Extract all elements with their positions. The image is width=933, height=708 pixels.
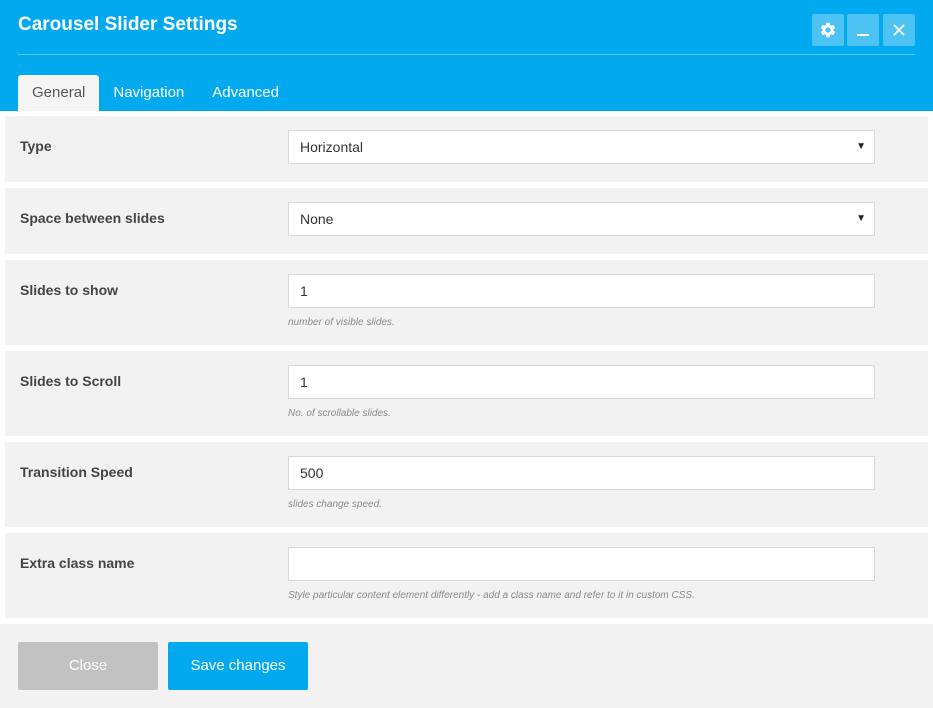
type-label: Type — [20, 138, 52, 154]
dialog-title: Carousel Slider Settings — [18, 14, 238, 35]
extra-class-row: Extra class name Style particular conten… — [5, 533, 928, 618]
close-icon — [892, 23, 906, 37]
speed-input[interactable]: 500 — [288, 456, 875, 490]
slides-scroll-row: Slides to Scroll 1 No. of scrollable sli… — [5, 351, 928, 436]
slides-scroll-input[interactable]: 1 — [288, 365, 875, 399]
chevron-down-icon: ▼ — [856, 213, 866, 224]
minimize-icon — [855, 22, 871, 38]
extra-class-label: Extra class name — [20, 555, 135, 571]
slides-show-row: Slides to show 1 number of visible slide… — [5, 260, 928, 345]
type-select-value: Horizontal — [300, 139, 364, 155]
speed-label: Transition Speed — [20, 464, 133, 480]
dialog-header: Carousel Slider Settings General Navigat… — [0, 0, 933, 111]
close-button[interactable]: Close — [18, 642, 158, 690]
gear-icon — [819, 21, 837, 39]
close-dialog-button[interactable] — [883, 14, 915, 46]
chevron-down-icon: ▼ — [856, 141, 866, 152]
space-select[interactable]: None ▼ — [288, 202, 875, 236]
type-row: Type Horizontal ▼ — [5, 116, 928, 182]
slides-show-label: Slides to show — [20, 282, 119, 298]
slides-scroll-label: Slides to Scroll — [20, 373, 122, 389]
speed-hint: slides change speed. — [288, 499, 382, 510]
settings-panel: Type Horizontal ▼ Space between slides N… — [0, 111, 933, 624]
slides-show-input[interactable]: 1 — [288, 274, 875, 308]
space-row: Space between slides None ▼ — [5, 188, 928, 254]
minimize-button[interactable] — [847, 14, 879, 46]
header-divider — [18, 54, 915, 55]
speed-row: Transition Speed 500 slides change speed… — [5, 442, 928, 527]
settings-button[interactable] — [812, 14, 844, 46]
extra-class-hint: Style particular content element differe… — [288, 590, 695, 601]
tab-general[interactable]: General — [18, 75, 100, 111]
save-button[interactable]: Save changes — [168, 642, 308, 690]
type-select[interactable]: Horizontal ▼ — [288, 130, 875, 164]
dialog-footer: Close Save changes — [0, 624, 933, 708]
extra-class-input[interactable] — [288, 547, 875, 581]
space-label: Space between slides — [20, 210, 165, 226]
tab-navigation[interactable]: Navigation — [99, 75, 198, 111]
tab-advanced[interactable]: Advanced — [198, 75, 293, 111]
slides-show-hint: number of visible slides. — [288, 317, 395, 328]
tab-bar: General Navigation Advanced — [18, 75, 293, 111]
slides-scroll-hint: No. of scrollable slides. — [288, 408, 391, 419]
space-select-value: None — [300, 211, 334, 227]
